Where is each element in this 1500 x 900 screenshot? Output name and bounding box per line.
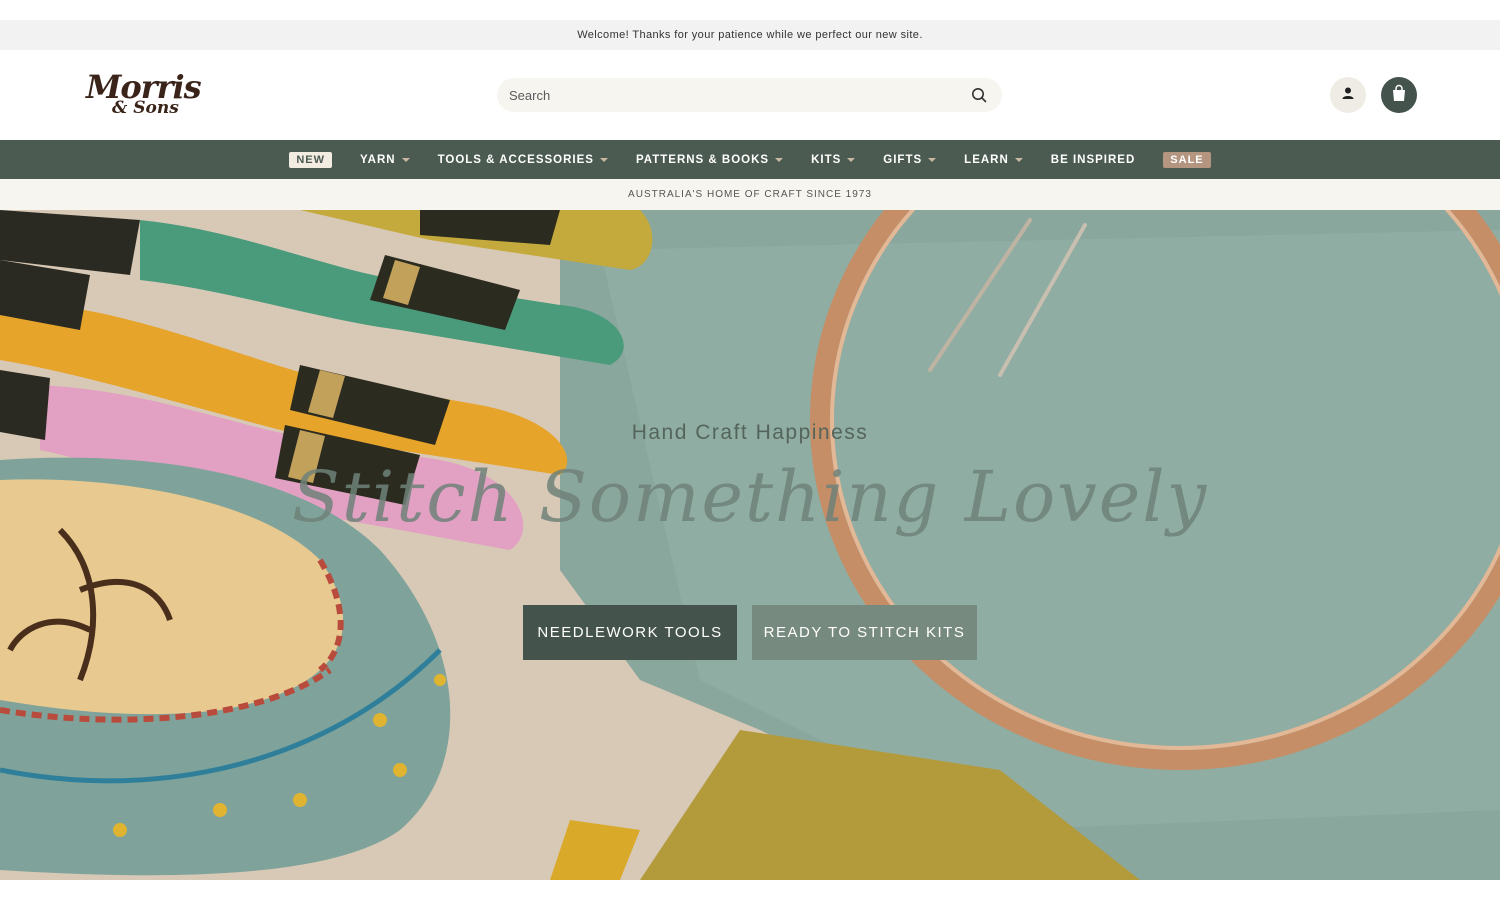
nav-item-kits[interactable]: KITS xyxy=(811,153,856,166)
nav-item-learn[interactable]: LEARN xyxy=(964,154,1023,166)
chevron-down-icon xyxy=(847,157,856,162)
main-navigation: NEW YARN TOOLS & ACCESSORIES PATTERNS & … xyxy=(0,140,1500,179)
hero-headline: Stitch Something Lovely xyxy=(291,456,1209,538)
nav-item-patterns-books[interactable]: PATTERNS & BOOKS xyxy=(635,153,784,166)
needlework-tools-button[interactable]: NEEDLEWORK TOOLS xyxy=(523,605,737,660)
nav-item-gifts[interactable]: GIFTS xyxy=(883,153,937,166)
account-button[interactable] xyxy=(1330,77,1366,113)
logo-line-2: & Sons xyxy=(112,98,179,118)
chevron-down-icon xyxy=(775,157,784,162)
announcement-text: Welcome! Thanks for your patience while … xyxy=(577,29,923,41)
nav-item-yarn[interactable]: YARN xyxy=(360,154,410,166)
nav-item-new[interactable]: NEW xyxy=(289,151,333,168)
hero-background-image xyxy=(0,210,1500,880)
chevron-down-icon xyxy=(928,157,937,162)
shopping-bag-icon xyxy=(1391,84,1407,107)
hero-eyebrow: Hand Craft Happiness xyxy=(631,421,869,444)
tagline-text: AUSTRALIA'S HOME OF CRAFT SINCE 1973 xyxy=(628,189,872,200)
nav-item-be-inspired[interactable]: BE INSPIRED xyxy=(1051,154,1136,166)
nav-item-label: GIFTS xyxy=(883,153,923,166)
tagline-bar: AUSTRALIA'S HOME OF CRAFT SINCE 1973 xyxy=(0,179,1500,210)
nav-item-tools-accessories[interactable]: TOOLS & ACCESSORIES xyxy=(438,154,608,166)
search-bar xyxy=(497,78,1002,112)
site-header: Morris & Sons xyxy=(0,50,1500,140)
search-input[interactable] xyxy=(509,87,970,103)
brand-logo[interactable]: Morris & Sons xyxy=(86,64,202,126)
nav-item-label: YARN xyxy=(360,153,396,166)
announcement-bar: Welcome! Thanks for your patience while … xyxy=(0,20,1500,50)
nav-item-label: PATTERNS & BOOKS xyxy=(635,153,770,166)
account-icon xyxy=(1341,86,1355,105)
nav-item-label: LEARN xyxy=(964,153,1009,166)
new-badge: NEW xyxy=(289,151,333,168)
nav-item-sale[interactable]: SALE xyxy=(1163,151,1211,168)
sale-badge: SALE xyxy=(1163,151,1211,168)
chevron-down-icon xyxy=(1014,157,1023,162)
search-icon[interactable] xyxy=(970,86,988,104)
chevron-down-icon xyxy=(401,157,410,162)
cart-button[interactable] xyxy=(1381,77,1417,113)
chevron-down-icon xyxy=(599,157,608,162)
nav-item-label: TOOLS & ACCESSORIES xyxy=(437,153,594,166)
nav-item-label: BE INSPIRED xyxy=(1050,153,1136,166)
hero-banner: Hand Craft Happiness Stitch Something Lo… xyxy=(0,210,1500,880)
nav-item-label: KITS xyxy=(811,153,842,166)
ready-to-stitch-kits-button[interactable]: READY TO STITCH KITS xyxy=(752,605,977,660)
